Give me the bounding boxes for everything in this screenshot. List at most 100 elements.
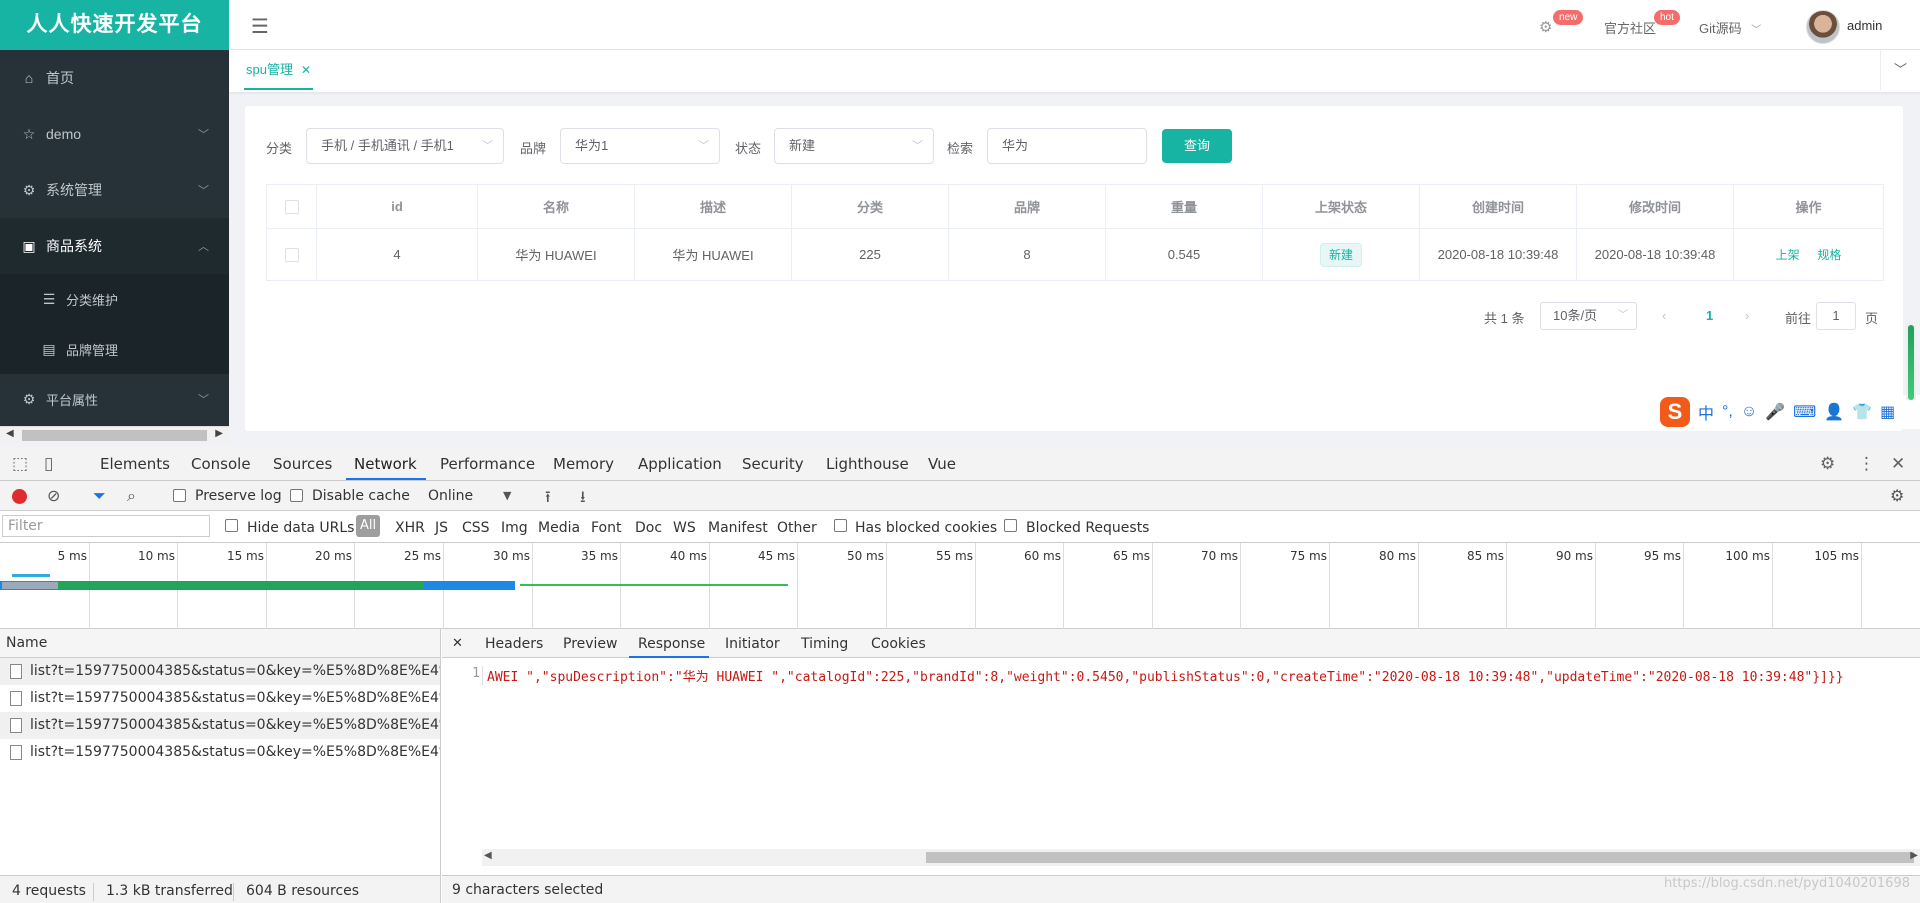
close-icon[interactable]: ✕	[301, 63, 311, 77]
network-overview-timeline[interactable]: 5 ms 10 ms 15 ms 20 ms 25 ms 30 ms 35 ms 40 ms 4…	[0, 543, 1920, 629]
close-icon[interactable]: ✕	[452, 636, 463, 651]
filter-icon[interactable]: ⏷	[93, 486, 106, 506]
header-publish-status[interactable]: 上架状态	[1262, 184, 1420, 229]
scroll-right-icon[interactable]: ▶	[1910, 850, 1918, 861]
inspect-element-icon[interactable]: ⬚	[12, 454, 28, 474]
detail-tab-response[interactable]: Response	[638, 636, 705, 652]
scrollbar-thumb[interactable]	[926, 852, 1914, 863]
gear-icon[interactable]: ⚙	[1820, 454, 1835, 474]
user-name[interactable]: admin	[1847, 18, 1882, 33]
devtools-tab-memory[interactable]: Memory	[553, 455, 614, 473]
category-cascader[interactable]: 手机 / 手机通讯 / 手机1 ﹀	[306, 128, 504, 164]
sidebar-item-attr[interactable]: ⚙ 平台属性 ﹀	[0, 374, 229, 424]
ime-skin-icon[interactable]: 👕	[1852, 402, 1872, 422]
header-create-time[interactable]: 创建时间	[1419, 184, 1577, 229]
next-page-icon[interactable]: ›	[1745, 308, 1749, 323]
devtools-tab-vue[interactable]: Vue	[928, 455, 956, 473]
filter-type-js[interactable]: JS	[435, 520, 448, 536]
filter-type-all[interactable]: All	[356, 515, 380, 537]
name-column-header[interactable]: Name	[0, 629, 440, 658]
ime-chinese-mode[interactable]: 中	[1698, 400, 1714, 424]
detail-tab-cookies[interactable]: Cookies	[871, 636, 926, 652]
row-select-cell[interactable]	[266, 228, 317, 281]
devtools-tab-lighthouse[interactable]: Lighthouse	[826, 455, 909, 473]
filter-type-other[interactable]: Other	[777, 520, 817, 536]
detail-tab-headers[interactable]: Headers	[485, 636, 543, 652]
scrollbar-thumb[interactable]	[1908, 325, 1914, 400]
devtools-tab-sources[interactable]: Sources	[273, 455, 332, 473]
caret-down-icon[interactable]: ▼	[503, 489, 511, 502]
page-number-current[interactable]: 1	[1706, 308, 1713, 323]
filter-type-css[interactable]: CSS	[462, 520, 490, 536]
header-weight[interactable]: 重量	[1105, 184, 1263, 229]
tab-spu-management[interactable]: spu管理 ✕	[244, 50, 314, 90]
import-har-icon[interactable]: ⭱	[545, 486, 551, 513]
disable-cache-checkbox[interactable]	[290, 489, 303, 502]
devtools-tab-console[interactable]: Console	[191, 455, 251, 473]
list-item[interactable]: list?t=1597750004385&status=0&key=%E5%8D…	[0, 739, 440, 766]
devtools-tab-elements[interactable]: Elements	[100, 455, 170, 473]
close-icon[interactable]: ✕	[1891, 454, 1905, 474]
avatar[interactable]	[1806, 10, 1840, 44]
header-catalog[interactable]: 分类	[791, 184, 949, 229]
sogou-logo-icon[interactable]: S	[1660, 397, 1690, 427]
ime-voice-icon[interactable]: 🎤	[1765, 402, 1785, 422]
settings-button[interactable]: ⚙ new	[1539, 10, 1584, 36]
ime-toolbox-icon[interactable]: ▦	[1880, 402, 1895, 422]
sidebar-scrollbar[interactable]: ◀ ▶	[0, 426, 229, 443]
ime-keyboard-icon[interactable]: ⌨	[1793, 402, 1816, 422]
sidebar-item-demo[interactable]: ☆ demo ﹀	[0, 106, 229, 162]
scroll-left-icon[interactable]: ◀	[484, 850, 492, 861]
row-checkbox[interactable]	[284, 248, 299, 263]
ime-punctuation[interactable]: °,	[1722, 403, 1733, 421]
header-update-time[interactable]: 修改时间	[1576, 184, 1734, 229]
blocked-requests-checkbox[interactable]	[1004, 519, 1017, 532]
select-all-header[interactable]	[266, 184, 317, 229]
hide-data-urls-checkbox[interactable]	[225, 519, 238, 532]
more-options-icon[interactable]: ⋮	[1858, 454, 1875, 474]
sidebar-item-category[interactable]: ☰ 分类维护	[0, 274, 229, 324]
brand-select[interactable]: 华为1 ﹀	[560, 128, 720, 164]
filter-type-img[interactable]: Img	[501, 520, 528, 536]
has-blocked-cookies-checkbox[interactable]	[834, 519, 847, 532]
filter-type-ws[interactable]: WS	[673, 520, 696, 536]
clear-icon[interactable]: ⊘	[47, 486, 60, 505]
menu-toggle-icon[interactable]: ☰	[251, 14, 269, 39]
select-all-checkbox[interactable]	[284, 200, 299, 215]
goto-page-input[interactable]: 1	[1816, 302, 1856, 330]
community-link[interactable]: 官方社区 hot	[1604, 10, 1680, 37]
list-item[interactable]: list?t=1597750004385&status=0&key=%E5%8D…	[0, 658, 440, 685]
detail-tab-initiator[interactable]: Initiator	[725, 636, 780, 652]
filter-type-manifest[interactable]: Manifest	[708, 520, 768, 536]
throttling-select[interactable]: Online	[428, 488, 473, 504]
sidebar-item-system[interactable]: ⚙ 系统管理 ﹀	[0, 162, 229, 218]
page-scrollbar[interactable]	[1906, 325, 1916, 400]
response-text[interactable]: AWEI ","spuDescription":"华为 HUAWEI ","ca…	[482, 666, 1844, 685]
sidebar-item-home[interactable]: ⌂ 首页	[0, 50, 229, 106]
prev-page-icon[interactable]: ‹	[1662, 308, 1666, 323]
status-select[interactable]: 新建 ﹀	[774, 128, 934, 164]
scroll-left-icon[interactable]: ◀	[6, 428, 14, 439]
tab-menu-dropdown[interactable]: ﹀	[1880, 50, 1920, 90]
list-item[interactable]: list?t=1597750004385&status=0&key=%E5%8D…	[0, 685, 440, 712]
record-icon[interactable]	[12, 489, 27, 504]
devtools-tab-network[interactable]: Network	[354, 455, 417, 473]
filter-type-xhr[interactable]: XHR	[395, 520, 425, 536]
export-har-icon[interactable]: ⭳	[580, 486, 586, 513]
preserve-log-checkbox[interactable]	[173, 489, 186, 502]
response-hscrollbar[interactable]: ◀ ▶	[482, 849, 1920, 866]
spec-link[interactable]: 规格	[1817, 248, 1841, 262]
devtools-tab-performance[interactable]: Performance	[440, 455, 535, 473]
filter-type-media[interactable]: Media	[538, 520, 580, 536]
devtools-tab-application[interactable]: Application	[638, 455, 722, 473]
header-desc[interactable]: 描述	[634, 184, 792, 229]
brand-logo[interactable]: 人人快速开发平台	[0, 0, 229, 50]
filter-input[interactable]: Filter	[2, 515, 210, 537]
devtools-tab-security[interactable]: Security	[742, 455, 804, 473]
scrollbar-thumb[interactable]	[22, 430, 207, 441]
search-icon[interactable]: ⌕	[127, 486, 136, 506]
scroll-right-icon[interactable]: ▶	[215, 428, 223, 439]
keyword-input[interactable]: 华为	[987, 128, 1147, 164]
filter-type-font[interactable]: Font	[591, 520, 621, 536]
ime-user-icon[interactable]: 👤	[1824, 402, 1844, 422]
